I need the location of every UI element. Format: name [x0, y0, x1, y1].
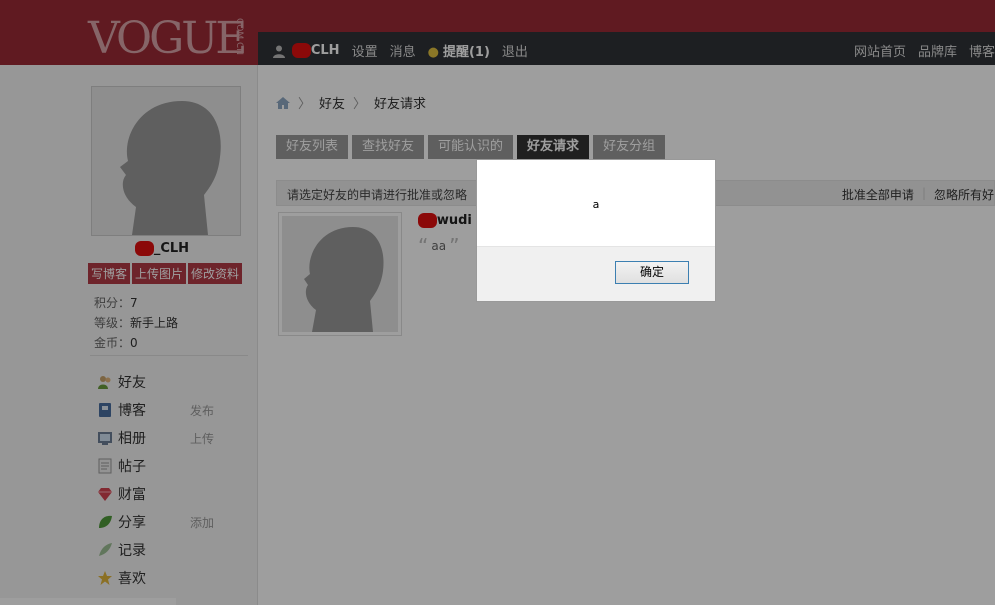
modal-overlay [0, 0, 995, 605]
ok-button[interactable]: 确定 [615, 261, 689, 284]
alert-dialog: a 确定 [476, 159, 716, 302]
dialog-message: a [592, 198, 600, 211]
dialog-body: a [477, 160, 715, 247]
